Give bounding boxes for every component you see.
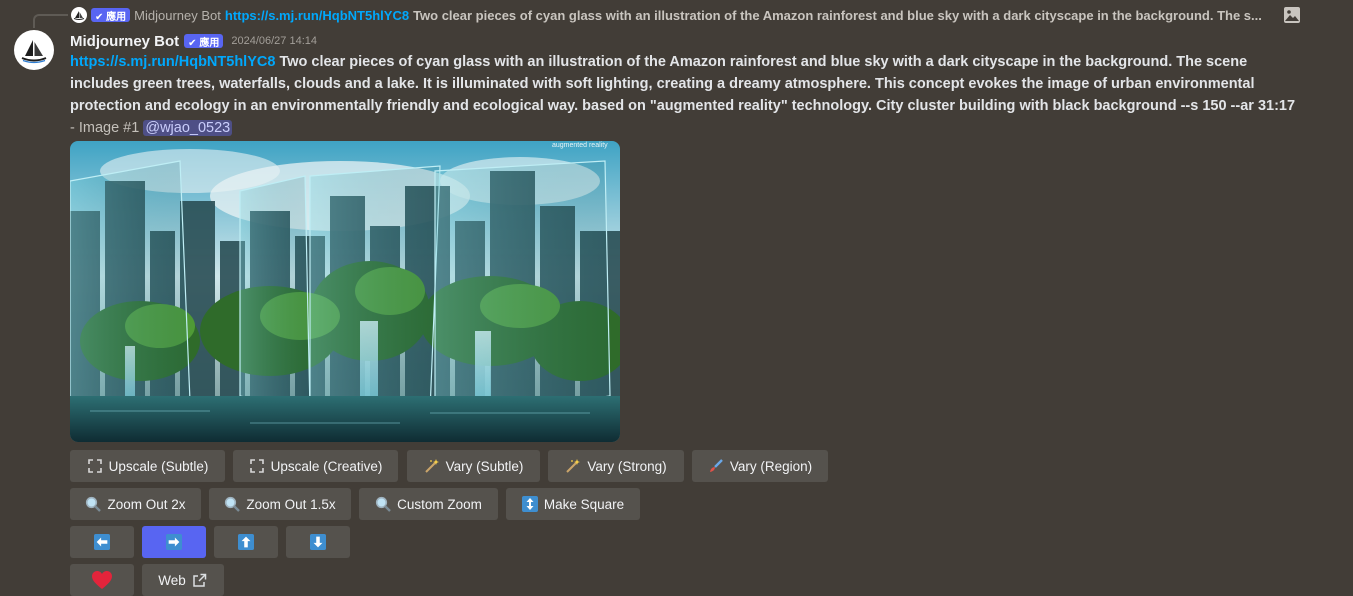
message-container: ✔ 應用 Midjourney Bot https://s.mj.run/Hqb… bbox=[0, 0, 1353, 596]
paintbrush-icon bbox=[708, 458, 724, 474]
reply-avatar[interactable] bbox=[71, 7, 87, 23]
pan-down-button[interactable] bbox=[286, 526, 350, 558]
user-mention[interactable]: @wjao_0523 bbox=[143, 120, 233, 136]
upscale-creative-label: Upscale (Creative) bbox=[270, 458, 383, 474]
vary-region-label: Vary (Region) bbox=[729, 458, 813, 474]
external-link-icon bbox=[192, 572, 208, 588]
prompt-link[interactable]: https://s.mj.run/HqbNT5hlYC8 bbox=[70, 54, 275, 70]
favorite-button[interactable] bbox=[70, 564, 134, 596]
expand-arrows-icon bbox=[87, 458, 103, 474]
author-name[interactable]: Midjourney Bot bbox=[70, 33, 179, 50]
generated-image[interactable]: augmented reality bbox=[70, 141, 620, 442]
pan-up-button[interactable] bbox=[214, 526, 278, 558]
pan-left-button[interactable] bbox=[70, 526, 134, 558]
custom-zoom-label: Custom Zoom bbox=[397, 496, 482, 512]
arrow-up-icon bbox=[238, 534, 254, 550]
upscale-subtle-label: Upscale (Subtle) bbox=[108, 458, 209, 474]
magnifier-icon bbox=[375, 496, 391, 512]
custom-zoom-button[interactable]: Custom Zoom bbox=[359, 488, 498, 520]
magnifier-icon bbox=[85, 496, 102, 512]
make-square-label: Make Square bbox=[543, 496, 625, 512]
image-icon bbox=[1283, 6, 1301, 24]
reply-author[interactable]: Midjourney Bot bbox=[134, 8, 221, 23]
avatar[interactable] bbox=[14, 30, 54, 70]
web-label: Web bbox=[158, 572, 186, 588]
vary-subtle-label: Vary (Subtle) bbox=[445, 458, 524, 474]
magnifier-icon bbox=[224, 496, 241, 512]
vary-region-button[interactable]: Vary (Region) bbox=[692, 450, 828, 482]
vary-strong-button[interactable]: Vary (Strong) bbox=[548, 450, 684, 482]
expand-arrows-icon bbox=[249, 458, 265, 474]
reply-app-badge: ✔ 應用 bbox=[91, 8, 131, 23]
vary-strong-label: Vary (Strong) bbox=[587, 458, 667, 474]
make-square-button[interactable]: Make Square bbox=[506, 488, 640, 520]
image-watermark-text: augmented reality bbox=[552, 142, 608, 149]
vary-subtle-button[interactable]: Vary (Subtle) bbox=[407, 450, 540, 482]
upscale-subtle-button[interactable]: Upscale (Subtle) bbox=[70, 450, 225, 482]
web-link-button[interactable]: Web bbox=[142, 564, 224, 596]
arrow-right-icon bbox=[166, 534, 182, 550]
zoom-out-2x-button[interactable]: Zoom Out 2x bbox=[70, 488, 201, 520]
zoom-out-2x-label: Zoom Out 2x bbox=[107, 496, 186, 512]
timestamp: 2024/06/27 14:14 bbox=[231, 35, 317, 47]
zoom-out-1-5x-label: Zoom Out 1.5x bbox=[246, 496, 336, 512]
magic-wand-icon bbox=[565, 458, 581, 474]
reply-link[interactable]: https://s.mj.run/HqbNT5hlYC8 bbox=[225, 8, 409, 23]
app-badge: ✔ 應用 bbox=[184, 34, 224, 49]
pan-right-button[interactable] bbox=[142, 526, 206, 558]
message-content: https://s.mj.run/HqbNT5hlYC8 Two clear p… bbox=[70, 51, 1300, 139]
heart-icon bbox=[91, 570, 113, 590]
magic-wand-icon bbox=[424, 458, 440, 474]
reply-spine bbox=[33, 14, 68, 28]
upscale-creative-button[interactable]: Upscale (Creative) bbox=[233, 450, 398, 482]
up-down-arrow-icon bbox=[521, 496, 538, 512]
arrow-down-icon bbox=[310, 534, 326, 550]
image-index: - Image #1 bbox=[70, 120, 140, 136]
arrow-left-icon bbox=[94, 534, 110, 550]
reply-text[interactable]: Two clear pieces of cyan glass with an i… bbox=[413, 8, 1303, 23]
message-header: Midjourney Bot ✔ 應用 2024/06/27 14:14 bbox=[70, 30, 317, 52]
reply-preview[interactable]: ✔ 應用 Midjourney Bot https://s.mj.run/Hqb… bbox=[71, 6, 1303, 24]
zoom-out-1-5x-button[interactable]: Zoom Out 1.5x bbox=[209, 488, 351, 520]
